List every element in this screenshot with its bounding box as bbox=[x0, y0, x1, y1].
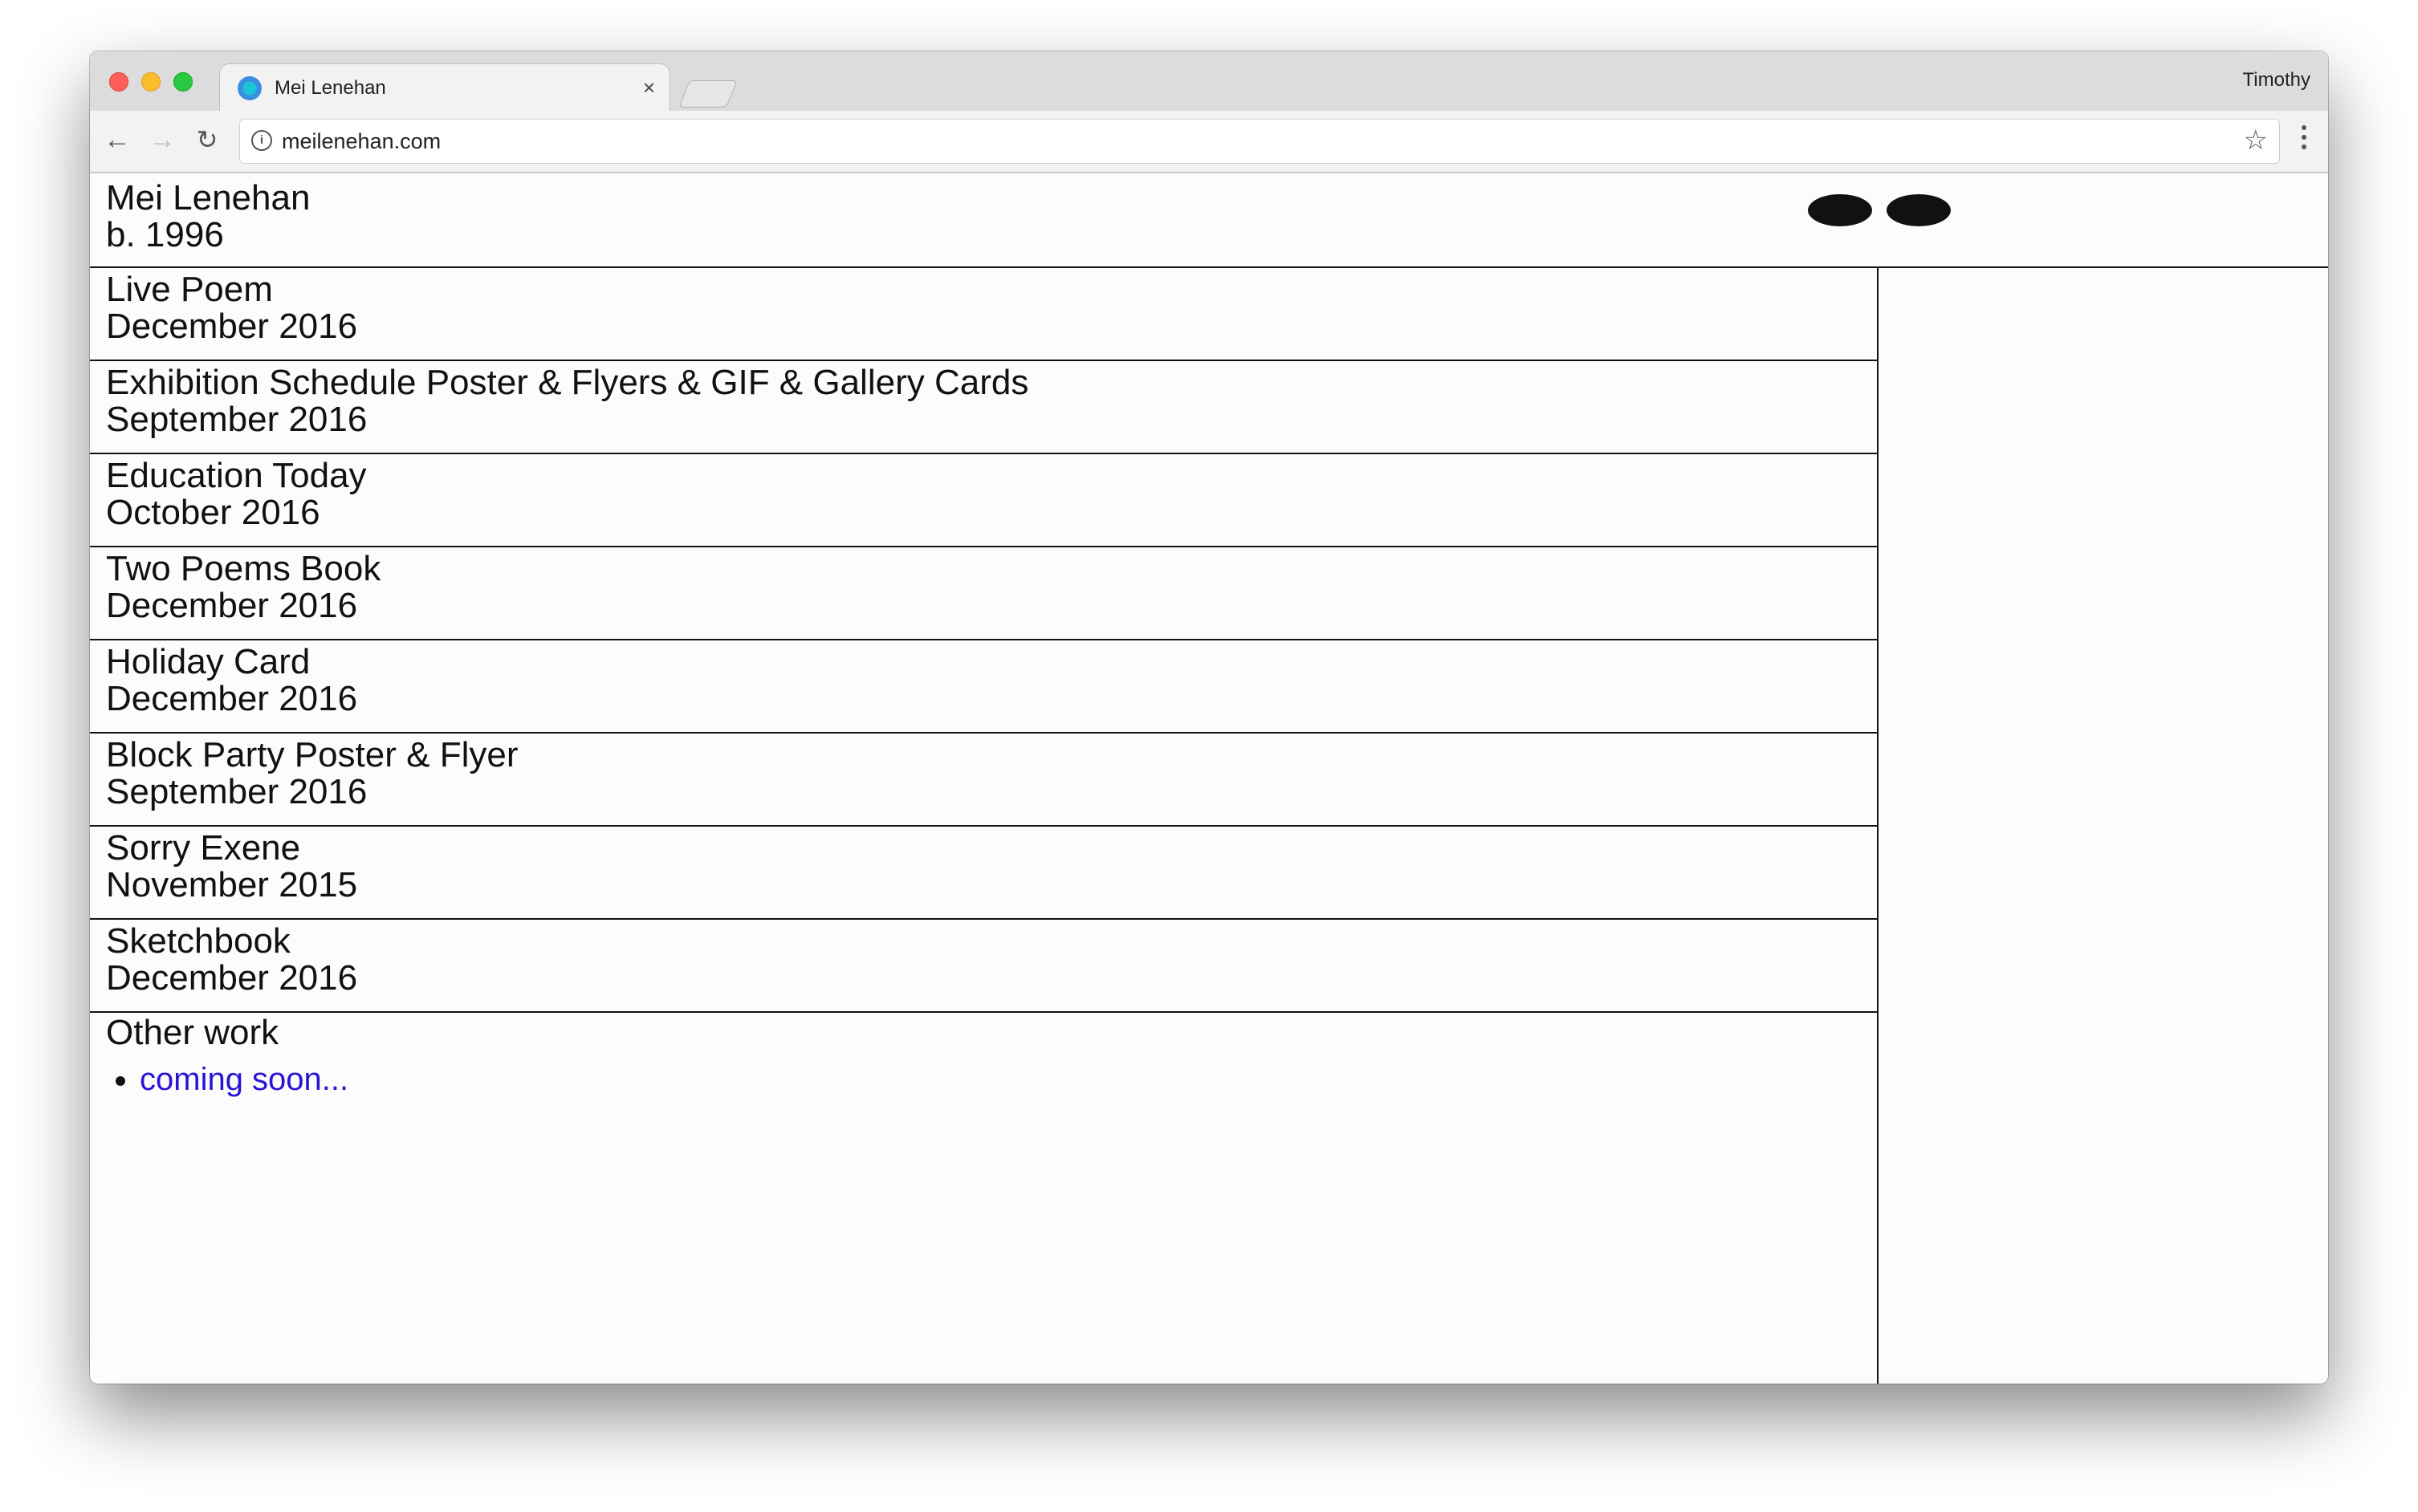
other-work-list: coming soon... bbox=[106, 1061, 1877, 1098]
close-window-button[interactable] bbox=[109, 72, 128, 91]
new-tab-button[interactable] bbox=[678, 80, 738, 108]
other-work-section: Other work coming soon... bbox=[90, 1013, 1877, 1098]
project-title[interactable]: Block Party Poster & Flyer bbox=[106, 737, 518, 774]
project-row[interactable]: Live Poem December 2016 bbox=[90, 268, 1877, 361]
project-list: Live Poem December 2016 Exhibition Sched… bbox=[90, 268, 1879, 1384]
project-row[interactable]: Block Party Poster & Flyer September 201… bbox=[90, 734, 1877, 827]
page-content: Mei Lenehan b. 1996 Live Poem December 2… bbox=[90, 173, 2328, 1384]
project-title[interactable]: Education Today bbox=[106, 457, 367, 494]
browser-tab[interactable]: Mei Lenehan × bbox=[220, 64, 670, 111]
project-date: December 2016 bbox=[106, 679, 358, 718]
title-bar: Mei Lenehan × Timothy bbox=[90, 51, 2328, 111]
project-date: October 2016 bbox=[106, 493, 320, 532]
project-date: December 2016 bbox=[106, 307, 358, 346]
project-row[interactable]: Sorry Exene November 2015 bbox=[90, 827, 1877, 920]
site-name[interactable]: Mei Lenehan bbox=[106, 180, 310, 217]
project-date: September 2016 bbox=[106, 772, 368, 811]
other-work-heading: Other work bbox=[106, 1013, 279, 1052]
project-row[interactable]: Sketchbook December 2016 bbox=[90, 920, 1877, 1013]
browser-menu-icon[interactable] bbox=[2296, 125, 2312, 157]
project-title[interactable]: Two Poems Book bbox=[106, 551, 381, 587]
bookmark-star-icon[interactable]: ☆ bbox=[2244, 124, 2268, 156]
project-row[interactable]: Two Poems Book December 2016 bbox=[90, 547, 1877, 640]
project-row[interactable]: Education Today October 2016 bbox=[90, 454, 1877, 547]
project-date: November 2015 bbox=[106, 865, 358, 904]
tab-title: Mei Lenehan bbox=[275, 77, 386, 99]
maximize-window-button[interactable] bbox=[173, 72, 193, 91]
list-item: coming soon... bbox=[140, 1061, 1877, 1098]
project-title[interactable]: Sketchbook bbox=[106, 923, 291, 960]
project-date: September 2016 bbox=[106, 400, 368, 439]
site-header: Mei Lenehan b. 1996 bbox=[90, 173, 2328, 268]
project-title[interactable]: Exhibition Schedule Poster & Flyers & GI… bbox=[106, 364, 1028, 401]
project-date: December 2016 bbox=[106, 586, 358, 625]
url-text[interactable]: meilenehan.com bbox=[282, 129, 441, 154]
forward-arrow-icon[interactable]: → bbox=[146, 124, 178, 156]
address-bar[interactable]: i meilenehan.com ☆ bbox=[239, 119, 2280, 164]
site-info-icon[interactable]: i bbox=[251, 130, 272, 151]
coming-soon-link[interactable]: coming soon... bbox=[140, 1062, 348, 1097]
minimize-window-button[interactable] bbox=[141, 72, 161, 91]
project-title[interactable]: Sorry Exene bbox=[106, 830, 300, 867]
eye-shape-icon bbox=[1887, 194, 1951, 226]
birth-year: b. 1996 bbox=[106, 215, 224, 254]
tab-close-icon[interactable]: × bbox=[643, 75, 655, 100]
project-title[interactable]: Holiday Card bbox=[106, 644, 310, 681]
site-favicon-icon bbox=[238, 76, 262, 100]
browser-window: Mei Lenehan × Timothy ← → ↻ i meilenehan… bbox=[90, 51, 2328, 1384]
project-title[interactable]: Live Poem bbox=[106, 271, 273, 308]
reload-icon[interactable]: ↻ bbox=[191, 124, 223, 156]
eye-shape-icon bbox=[1808, 194, 1872, 226]
project-row[interactable]: Holiday Card December 2016 bbox=[90, 640, 1877, 734]
project-row[interactable]: Exhibition Schedule Poster & Flyers & GI… bbox=[90, 361, 1877, 454]
back-arrow-icon[interactable]: ← bbox=[101, 124, 133, 156]
browser-toolbar: ← → ↻ i meilenehan.com ☆ bbox=[90, 111, 2328, 173]
project-date: December 2016 bbox=[106, 958, 358, 998]
profile-name[interactable]: Timothy bbox=[2243, 69, 2310, 91]
